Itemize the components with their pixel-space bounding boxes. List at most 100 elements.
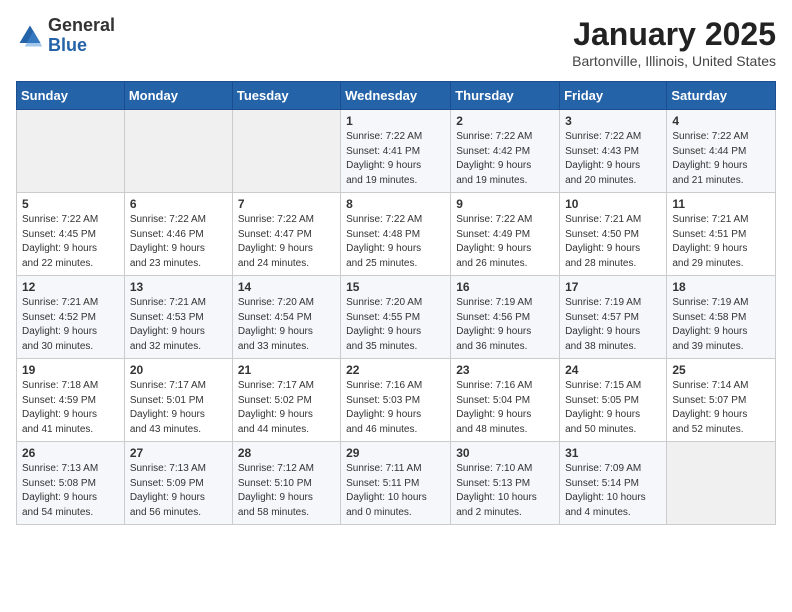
calendar-cell: 27Sunrise: 7:13 AM Sunset: 5:09 PM Dayli… xyxy=(124,442,232,525)
calendar-cell xyxy=(232,110,340,193)
calendar-cell: 3Sunrise: 7:22 AM Sunset: 4:43 PM Daylig… xyxy=(560,110,667,193)
calendar-cell: 11 Sunrise: 7:21 AM Sunset: 4:51 PM Dayli… xyxy=(667,193,776,276)
day-info: Sunrise: 7:19 AM Sunset: 4:56 PM Dayligh… xyxy=(456,296,554,354)
day-info: Sunrise: 7:11 AM Sunset: 5:11 PM Dayligh… xyxy=(346,462,445,520)
calendar-cell: 2 Sunrise: 7:22 AM Sunset: 4:42 PM Daylig… xyxy=(451,110,560,193)
day-number: 31 xyxy=(565,446,661,460)
calendar-week-row: 19Sunrise: 7:18 AM Sunset: 4:59 PM Dayli… xyxy=(17,359,776,442)
day-info: Sunrise: 7:21 AM Sunset: 4:53 PM Dayligh… xyxy=(130,296,227,354)
day-number: 18 xyxy=(672,280,770,294)
calendar-cell: 5 Sunrise: 7:22 AM Sunset: 4:45 PM Daylig… xyxy=(17,193,125,276)
weekday-header-thursday: Thursday xyxy=(451,82,560,110)
day-number: 8 xyxy=(346,197,445,211)
day-info: Sunrise: 7:22 AM Sunset: 4:47 PM Dayligh… xyxy=(238,213,335,271)
day-info: Sunrise: 7:21 AM Sunset: 4:52 PM Dayligh… xyxy=(22,296,119,354)
calendar-cell: 19Sunrise: 7:18 AM Sunset: 4:59 PM Dayli… xyxy=(17,359,125,442)
title-block: January 2025 Bartonville, Illinois, Unit… xyxy=(572,16,776,69)
day-info: Sunrise: 7:22 AM Sunset: 4:46 PM Dayligh… xyxy=(130,213,227,271)
calendar-cell: 23 Sunrise: 7:16 AM Sunset: 5:04 PM Dayli… xyxy=(451,359,560,442)
logo-icon xyxy=(16,22,44,50)
calendar-cell: 9 Sunrise: 7:22 AM Sunset: 4:49 PM Daylig… xyxy=(451,193,560,276)
weekday-header-monday: Monday xyxy=(124,82,232,110)
calendar-cell: 25 Sunrise: 7:14 AM Sunset: 5:07 PM Dayli… xyxy=(667,359,776,442)
calendar-cell: 22Sunrise: 7:16 AM Sunset: 5:03 PM Dayli… xyxy=(341,359,451,442)
day-number: 9 xyxy=(456,197,554,211)
day-info: Sunrise: 7:17 AM Sunset: 5:02 PM Dayligh… xyxy=(238,379,335,437)
day-info: Sunrise: 7:22 AM Sunset: 4:44 PM Dayligh… xyxy=(672,130,770,188)
calendar-cell: 6 Sunrise: 7:22 AM Sunset: 4:46 PM Daylig… xyxy=(124,193,232,276)
logo-general-text: General xyxy=(48,15,115,35)
calendar-cell: 31 Sunrise: 7:09 AM Sunset: 5:14 PM Dayli… xyxy=(560,442,667,525)
day-info: Sunrise: 7:22 AM Sunset: 4:42 PM Dayligh… xyxy=(456,130,554,188)
calendar-cell: 17Sunrise: 7:19 AM Sunset: 4:57 PM Dayli… xyxy=(560,276,667,359)
calendar-cell: 15 Sunrise: 7:20 AM Sunset: 4:55 PM Dayli… xyxy=(341,276,451,359)
calendar-cell: 12 Sunrise: 7:21 AM Sunset: 4:52 PM Dayli… xyxy=(17,276,125,359)
calendar-cell xyxy=(17,110,125,193)
day-number: 17 xyxy=(565,280,661,294)
day-info: Sunrise: 7:21 AM Sunset: 4:50 PM Dayligh… xyxy=(565,213,661,271)
calendar-cell: 8 Sunrise: 7:22 AM Sunset: 4:48 PM Daylig… xyxy=(341,193,451,276)
day-info: Sunrise: 7:22 AM Sunset: 4:49 PM Dayligh… xyxy=(456,213,554,271)
calendar-cell xyxy=(124,110,232,193)
calendar-week-row: 12 Sunrise: 7:21 AM Sunset: 4:52 PM Dayli… xyxy=(17,276,776,359)
day-number: 16 xyxy=(456,280,554,294)
day-number: 24 xyxy=(565,363,661,377)
calendar-cell: 26 Sunrise: 7:13 AM Sunset: 5:08 PM Dayli… xyxy=(17,442,125,525)
calendar-week-row: 26 Sunrise: 7:13 AM Sunset: 5:08 PM Dayli… xyxy=(17,442,776,525)
day-number: 20 xyxy=(130,363,227,377)
day-number: 1 xyxy=(346,114,445,128)
day-info: Sunrise: 7:17 AM Sunset: 5:01 PM Dayligh… xyxy=(130,379,227,437)
day-info: Sunrise: 7:22 AM Sunset: 4:41 PM Dayligh… xyxy=(346,130,445,188)
day-number: 11 xyxy=(672,197,770,211)
day-number: 26 xyxy=(22,446,119,460)
weekday-header-tuesday: Tuesday xyxy=(232,82,340,110)
day-number: 23 xyxy=(456,363,554,377)
weekday-header-saturday: Saturday xyxy=(667,82,776,110)
day-info: Sunrise: 7:18 AM Sunset: 4:59 PM Dayligh… xyxy=(22,379,119,437)
day-number: 4 xyxy=(672,114,770,128)
weekday-header-row: SundayMondayTuesdayWednesdayThursdayFrid… xyxy=(17,82,776,110)
month-title: January 2025 xyxy=(572,16,776,53)
day-info: Sunrise: 7:22 AM Sunset: 4:45 PM Dayligh… xyxy=(22,213,119,271)
day-info: Sunrise: 7:10 AM Sunset: 5:13 PM Dayligh… xyxy=(456,462,554,520)
day-number: 3 xyxy=(565,114,661,128)
day-number: 6 xyxy=(130,197,227,211)
calendar-cell xyxy=(667,442,776,525)
day-info: Sunrise: 7:21 AM Sunset: 4:51 PM Dayligh… xyxy=(672,213,770,271)
day-number: 12 xyxy=(22,280,119,294)
calendar-cell: 29 Sunrise: 7:11 AM Sunset: 5:11 PM Dayli… xyxy=(341,442,451,525)
logo: General Blue xyxy=(16,16,115,56)
day-number: 21 xyxy=(238,363,335,377)
calendar-table: SundayMondayTuesdayWednesdayThursdayFrid… xyxy=(16,81,776,525)
day-number: 7 xyxy=(238,197,335,211)
weekday-header-sunday: Sunday xyxy=(17,82,125,110)
day-info: Sunrise: 7:13 AM Sunset: 5:08 PM Dayligh… xyxy=(22,462,119,520)
day-info: Sunrise: 7:20 AM Sunset: 4:55 PM Dayligh… xyxy=(346,296,445,354)
day-info: Sunrise: 7:19 AM Sunset: 4:58 PM Dayligh… xyxy=(672,296,770,354)
day-info: Sunrise: 7:09 AM Sunset: 5:14 PM Dayligh… xyxy=(565,462,661,520)
calendar-cell: 16 Sunrise: 7:19 AM Sunset: 4:56 PM Dayli… xyxy=(451,276,560,359)
day-number: 22 xyxy=(346,363,445,377)
calendar-cell: 1 Sunrise: 7:22 AM Sunset: 4:41 PM Daylig… xyxy=(341,110,451,193)
calendar-cell: 20 Sunrise: 7:17 AM Sunset: 5:01 PM Dayli… xyxy=(124,359,232,442)
day-info: Sunrise: 7:22 AM Sunset: 4:48 PM Dayligh… xyxy=(346,213,445,271)
day-info: Sunrise: 7:12 AM Sunset: 5:10 PM Dayligh… xyxy=(238,462,335,520)
calendar-cell: 18 Sunrise: 7:19 AM Sunset: 4:58 PM Dayli… xyxy=(667,276,776,359)
day-number: 15 xyxy=(346,280,445,294)
day-number: 25 xyxy=(672,363,770,377)
day-number: 5 xyxy=(22,197,119,211)
day-info: Sunrise: 7:16 AM Sunset: 5:04 PM Dayligh… xyxy=(456,379,554,437)
logo-blue-text: Blue xyxy=(48,35,87,55)
day-info: Sunrise: 7:14 AM Sunset: 5:07 PM Dayligh… xyxy=(672,379,770,437)
day-number: 28 xyxy=(238,446,335,460)
day-number: 13 xyxy=(130,280,227,294)
calendar-cell: 14Sunrise: 7:20 AM Sunset: 4:54 PM Dayli… xyxy=(232,276,340,359)
calendar-week-row: 1 Sunrise: 7:22 AM Sunset: 4:41 PM Daylig… xyxy=(17,110,776,193)
calendar-cell: 7 Sunrise: 7:22 AM Sunset: 4:47 PM Daylig… xyxy=(232,193,340,276)
page-header: General Blue January 2025 Bartonville, I… xyxy=(16,16,776,69)
day-info: Sunrise: 7:20 AM Sunset: 4:54 PM Dayligh… xyxy=(238,296,335,354)
calendar-cell: 24 Sunrise: 7:15 AM Sunset: 5:05 PM Dayli… xyxy=(560,359,667,442)
day-info: Sunrise: 7:15 AM Sunset: 5:05 PM Dayligh… xyxy=(565,379,661,437)
day-number: 2 xyxy=(456,114,554,128)
day-number: 29 xyxy=(346,446,445,460)
